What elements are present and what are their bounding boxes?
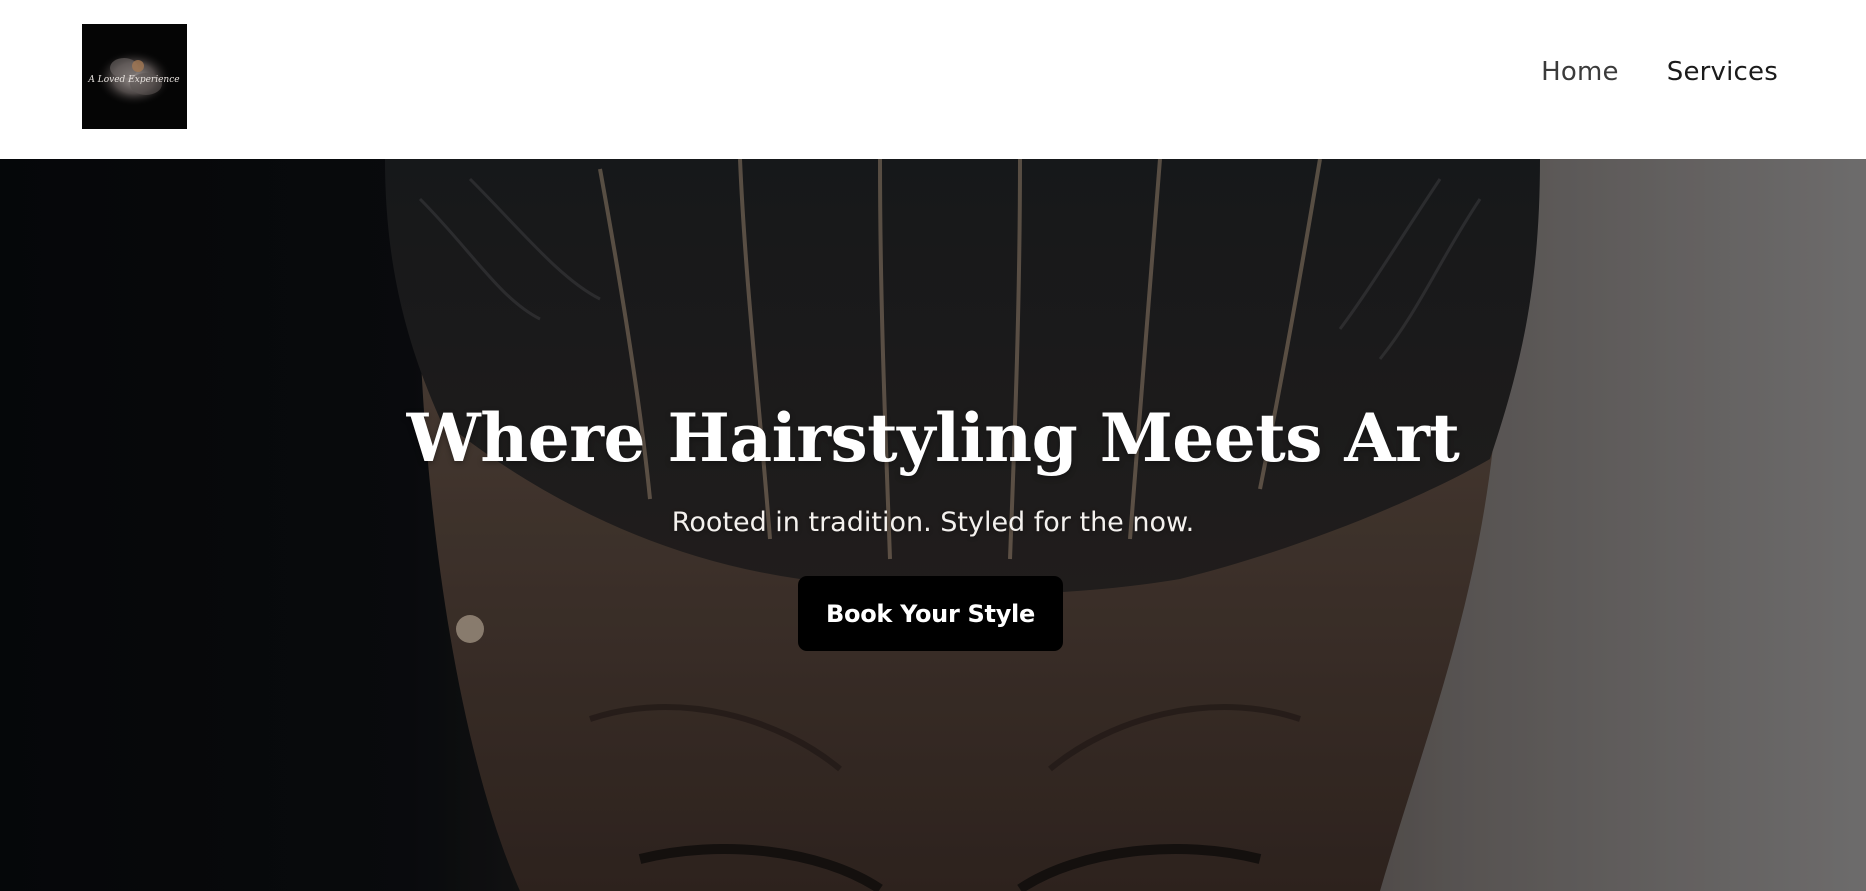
logo-image: A Loved Experience: [82, 24, 187, 129]
main-nav: Home Services: [1541, 57, 1778, 87]
hero-section: Where Hairstyling Meets Art Rooted in tr…: [0, 159, 1866, 891]
nav-item-services[interactable]: Services: [1667, 57, 1778, 87]
book-your-style-button[interactable]: Book Your Style: [798, 576, 1063, 651]
hero-title: Where Hairstyling Meets Art: [406, 399, 1460, 477]
site-header: A Loved Experience Home Services: [0, 0, 1866, 159]
brand-logo[interactable]: A Loved Experience: [82, 24, 187, 129]
logo-wordmark: A Loved Experience: [87, 75, 179, 85]
hero-subtitle: Rooted in tradition. Styled for the now.: [671, 507, 1195, 538]
nav-item-home[interactable]: Home: [1541, 57, 1619, 87]
